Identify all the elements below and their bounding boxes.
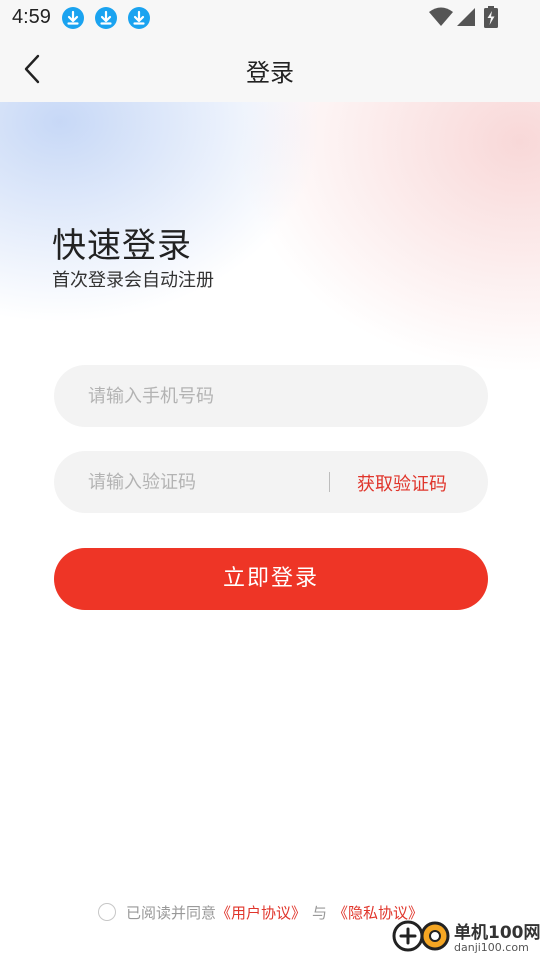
battery-charging-icon [484,6,498,28]
status-time: 4:59 [12,6,51,28]
phone-field-container[interactable] [54,365,488,427]
hero-subtitle: 首次登录会自动注册 [52,270,214,291]
agreement-conjunction: 与 [312,904,328,922]
agreement-prefix: 已阅读并同意 [126,904,217,922]
user-agreement-link[interactable]: 《用户协议》 [216,904,306,922]
agree-checkbox[interactable] [98,903,116,921]
page-title: 登录 [246,59,294,87]
hero-title: 快速登录 [52,226,192,266]
download-icon [62,7,84,29]
status-bar: 4:59 [0,0,540,36]
watermark-name: 单机100网 [454,923,540,943]
title-bar: 登录 [0,36,540,102]
agreement-text: 已阅读并同意《用户协议》与《隐私协议》 [126,902,423,923]
code-input[interactable] [88,451,318,513]
field-divider [329,472,330,492]
signal-icon [457,8,475,26]
watermark-logo-icon [392,920,450,952]
watermark-url: danji100.com [454,941,529,954]
login-button[interactable]: 立即登录 [54,548,488,610]
download-icon [95,7,117,29]
wifi-icon [429,7,453,26]
download-icon [128,7,150,29]
code-field-container[interactable]: 获取验证码 [54,451,488,513]
get-code-button[interactable]: 获取验证码 [357,470,447,496]
login-screen: 4:59 登录 快速登录 首次登录会自动注册 请输入手机号码 请输入验证码 获取… [0,0,540,960]
watermark: 单机100网 danji100.com [392,912,540,960]
phone-input[interactable] [88,365,458,427]
